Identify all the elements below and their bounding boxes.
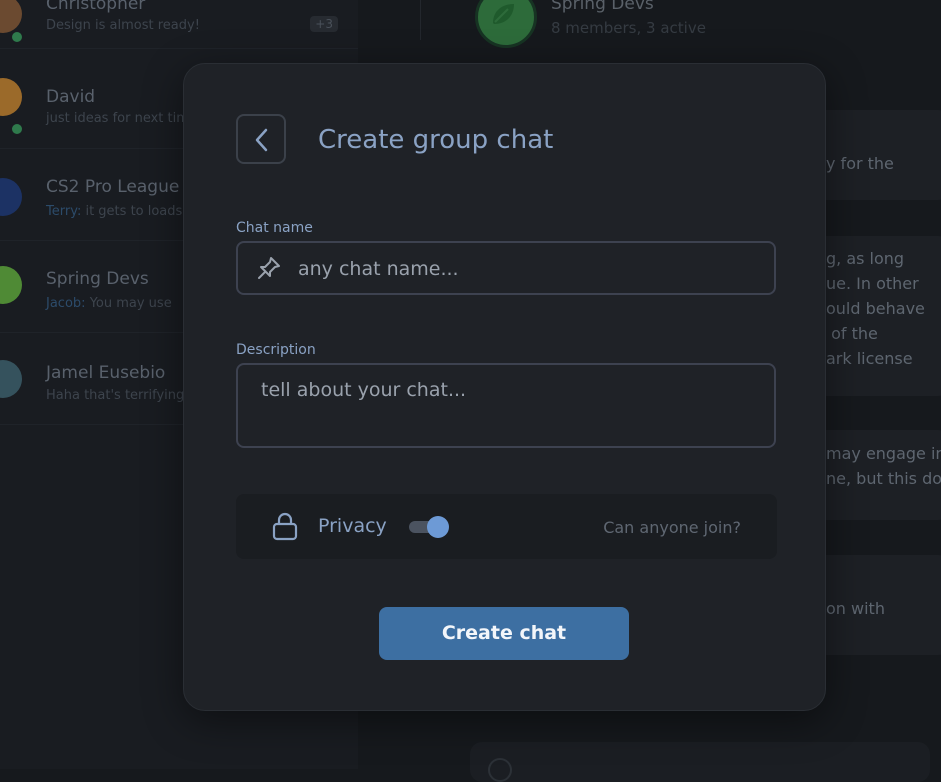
chat-preview-text: it gets to loads	[85, 204, 183, 219]
chat-title: Spring Devs	[551, 0, 654, 14]
chat-list-item[interactable]: Christopher Design is almost ready! +3	[0, 0, 358, 49]
description-label: Description	[236, 342, 316, 358]
lock-icon	[272, 512, 298, 541]
chat-preview: Design is almost ready!	[46, 18, 200, 33]
chat-preview: Jacob: You may use	[46, 296, 172, 311]
privacy-setting: Privacy Can anyone join?	[236, 494, 777, 559]
chat-name: Jamel Eusebio	[46, 363, 166, 383]
chat-name: Spring Devs	[46, 269, 149, 289]
description-input[interactable]	[259, 377, 758, 441]
chat-name: David	[46, 87, 96, 107]
chat-subtitle: 8 members, 3 active	[551, 19, 706, 37]
message-text: may engage in ne, but this doe	[826, 444, 941, 488]
create-chat-button[interactable]: Create chat	[379, 607, 629, 660]
create-group-chat-modal: Create group chat Chat name Description …	[183, 63, 826, 711]
chat-name: Christopher	[46, 0, 146, 14]
emoji-icon[interactable]	[488, 758, 512, 782]
chevron-left-icon	[255, 128, 268, 152]
unread-badge: +3	[310, 16, 338, 32]
message-text: on with	[826, 599, 885, 618]
message-text: y for the	[826, 154, 894, 173]
group-avatar[interactable]	[475, 0, 537, 48]
online-indicator	[10, 122, 24, 136]
privacy-label: Privacy	[318, 515, 387, 537]
divider	[420, 0, 421, 40]
message-text: g, as long ue. In other ould behave of t…	[826, 249, 925, 368]
chat-name: CS2 Pro League	[46, 177, 180, 197]
chat-preview-author: Terry:	[46, 204, 82, 219]
avatar	[0, 178, 22, 216]
avatar	[0, 360, 22, 398]
chat-preview: Haha that's terrifying	[46, 388, 185, 403]
spring-leaf-icon	[493, 4, 514, 24]
avatar	[0, 0, 22, 33]
privacy-hint: Can anyone join?	[603, 518, 741, 537]
avatar	[0, 78, 22, 116]
chat-name-input[interactable]	[296, 255, 760, 283]
pin-icon	[258, 257, 280, 279]
toggle-knob	[427, 516, 449, 538]
message-composer[interactable]	[470, 742, 930, 782]
chat-preview-text: You may use	[89, 296, 172, 311]
online-indicator	[10, 30, 24, 44]
chat-name-label: Chat name	[236, 220, 313, 236]
chat-name-field[interactable]	[236, 241, 776, 295]
chat-preview: Terry: it gets to loads	[46, 204, 182, 219]
back-button[interactable]	[236, 114, 286, 164]
description-field[interactable]	[236, 363, 776, 448]
chat-preview-author: Jacob:	[46, 296, 86, 311]
chat-preview: just ideas for next time	[46, 111, 197, 126]
avatar	[0, 266, 22, 304]
modal-title: Create group chat	[318, 125, 554, 155]
privacy-toggle[interactable]	[409, 516, 449, 538]
